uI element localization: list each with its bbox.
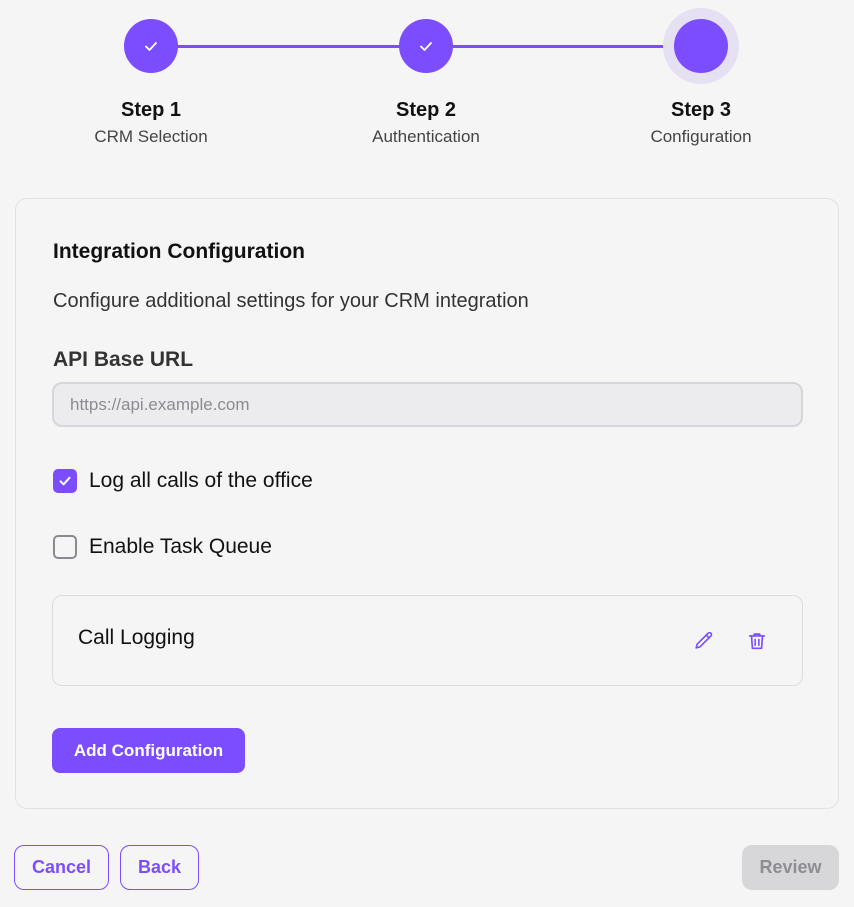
step-1-subtitle: CRM Selection (94, 127, 208, 146)
step-1-title: Step 1 (120, 99, 182, 121)
cancel-button[interactable]: Cancel (14, 845, 109, 890)
configuration-item: Call Logging (52, 595, 803, 686)
step-2-indicator (399, 19, 453, 73)
card-title: Integration Configuration (53, 240, 305, 263)
step-2-subtitle: Authentication (372, 127, 480, 146)
enable-task-queue-option[interactable]: Enable Task Queue (53, 535, 272, 559)
card-description: Configure additional settings for your C… (53, 290, 529, 312)
check-icon (145, 42, 157, 51)
add-configuration-button[interactable]: Add Configuration (52, 728, 245, 773)
step-3-text: Step 3 Configuration (601, 98, 801, 148)
enable-task-queue-checkbox[interactable] (53, 535, 77, 559)
log-all-calls-label: Log all calls of the office (89, 469, 313, 492)
api-base-url-label: API Base URL (53, 348, 194, 371)
check-icon (59, 476, 71, 486)
enable-task-queue-label: Enable Task Queue (89, 535, 272, 558)
delete-configuration-button[interactable] (744, 628, 770, 654)
step-3-subtitle: Configuration (650, 127, 752, 146)
log-all-calls-checkbox[interactable] (53, 469, 77, 493)
step-connector-2-3 (452, 45, 676, 48)
pencil-icon (695, 631, 713, 649)
trash-icon (748, 633, 766, 650)
step-3-title: Step 3 (670, 99, 732, 121)
step-1-text: Step 1 CRM Selection (51, 98, 251, 148)
back-button[interactable]: Back (120, 845, 199, 890)
edit-configuration-button[interactable] (691, 628, 717, 654)
integration-configuration-card: Integration Configuration Configure addi… (15, 198, 839, 809)
check-icon (420, 42, 432, 51)
configuration-item-name: Call Logging (78, 626, 195, 649)
step-3-indicator-active (674, 19, 728, 73)
progress-stepper: Step 1 CRM Selection Step 2 Authenticati… (0, 0, 854, 160)
step-2-title: Step 2 (395, 99, 457, 121)
step-1-indicator (124, 19, 178, 73)
step-connector-1-2 (177, 45, 401, 48)
log-all-calls-option[interactable]: Log all calls of the office (53, 469, 313, 493)
step-2-text: Step 2 Authentication (326, 98, 526, 148)
api-base-url-input[interactable] (52, 382, 803, 427)
review-button[interactable]: Review (742, 845, 839, 890)
